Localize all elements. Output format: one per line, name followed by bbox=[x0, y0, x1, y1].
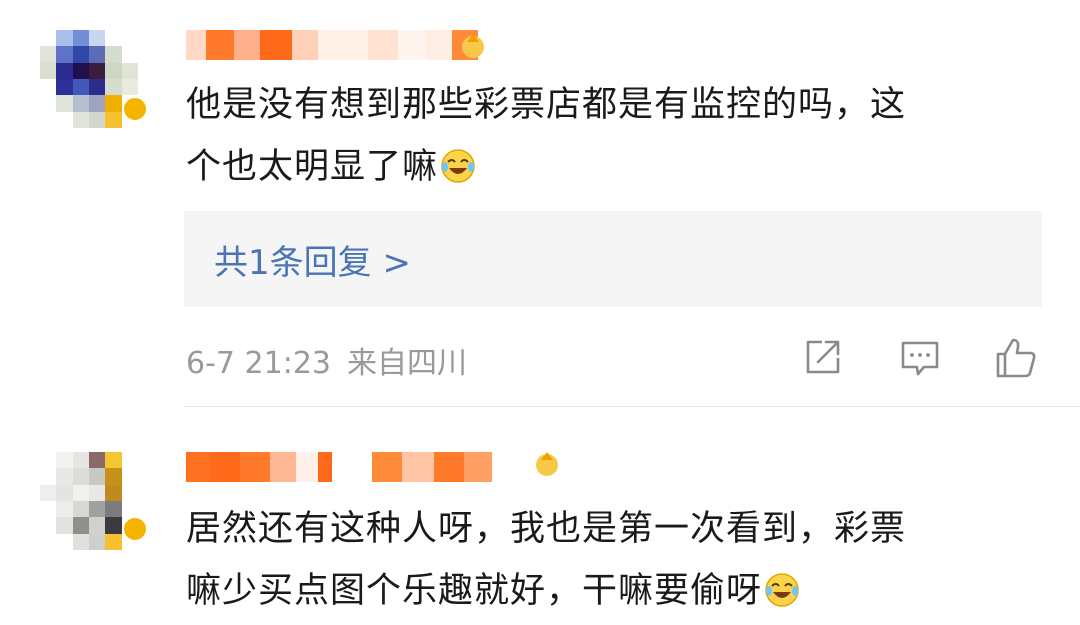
comment-meta: 6-7 21:23 来自四川 bbox=[186, 338, 467, 382]
comment-text-line: 他是没有想到那些彩票店都是有监控的吗，这 bbox=[186, 85, 907, 125]
laugh-cry-emoji-icon bbox=[441, 149, 475, 183]
username-blurred[interactable] bbox=[186, 452, 492, 482]
comment-item: 他是没有想到那些彩票店都是有监控的吗，这 个也太明显了嘛 共1条回复 > 6-7… bbox=[0, 0, 1080, 408]
level-badge-icon bbox=[536, 452, 558, 476]
username-blurred[interactable] bbox=[186, 30, 478, 60]
vip-badge-icon bbox=[122, 96, 148, 122]
view-replies-link[interactable]: 共1条回复 > bbox=[214, 235, 411, 284]
comment-text-line: 个也太明显了嘛 bbox=[186, 147, 439, 187]
level-badge-icon bbox=[462, 34, 484, 58]
comment-text: 居然还有这种人呀，我也是第一次看到，彩票 嘛少买点图个乐趣就好，干嘛要偷呀 bbox=[186, 498, 1016, 622]
comment-item: 居然还有这种人呀，我也是第一次看到，彩票 嘛少买点图个乐趣就好，干嘛要偷呀 bbox=[0, 408, 1080, 625]
timestamp: 6-7 21:23 bbox=[186, 346, 331, 381]
location: 来自四川 bbox=[347, 346, 467, 381]
comment-divider bbox=[184, 406, 1080, 407]
vip-badge-icon bbox=[122, 516, 148, 542]
laugh-cry-emoji-icon bbox=[765, 573, 799, 607]
comment-text-line: 嘛少买点图个乐趣就好，干嘛要偷呀 bbox=[186, 571, 763, 611]
share-icon[interactable] bbox=[800, 336, 844, 380]
comment-text: 他是没有想到那些彩票店都是有监控的吗，这 个也太明显了嘛 bbox=[186, 74, 1016, 198]
comment-text-line: 居然还有这种人呀，我也是第一次看到，彩票 bbox=[186, 509, 907, 549]
reply-box[interactable]: 共1条回复 > bbox=[184, 211, 1042, 307]
like-icon[interactable] bbox=[994, 336, 1038, 380]
comment-icon[interactable] bbox=[898, 336, 942, 380]
